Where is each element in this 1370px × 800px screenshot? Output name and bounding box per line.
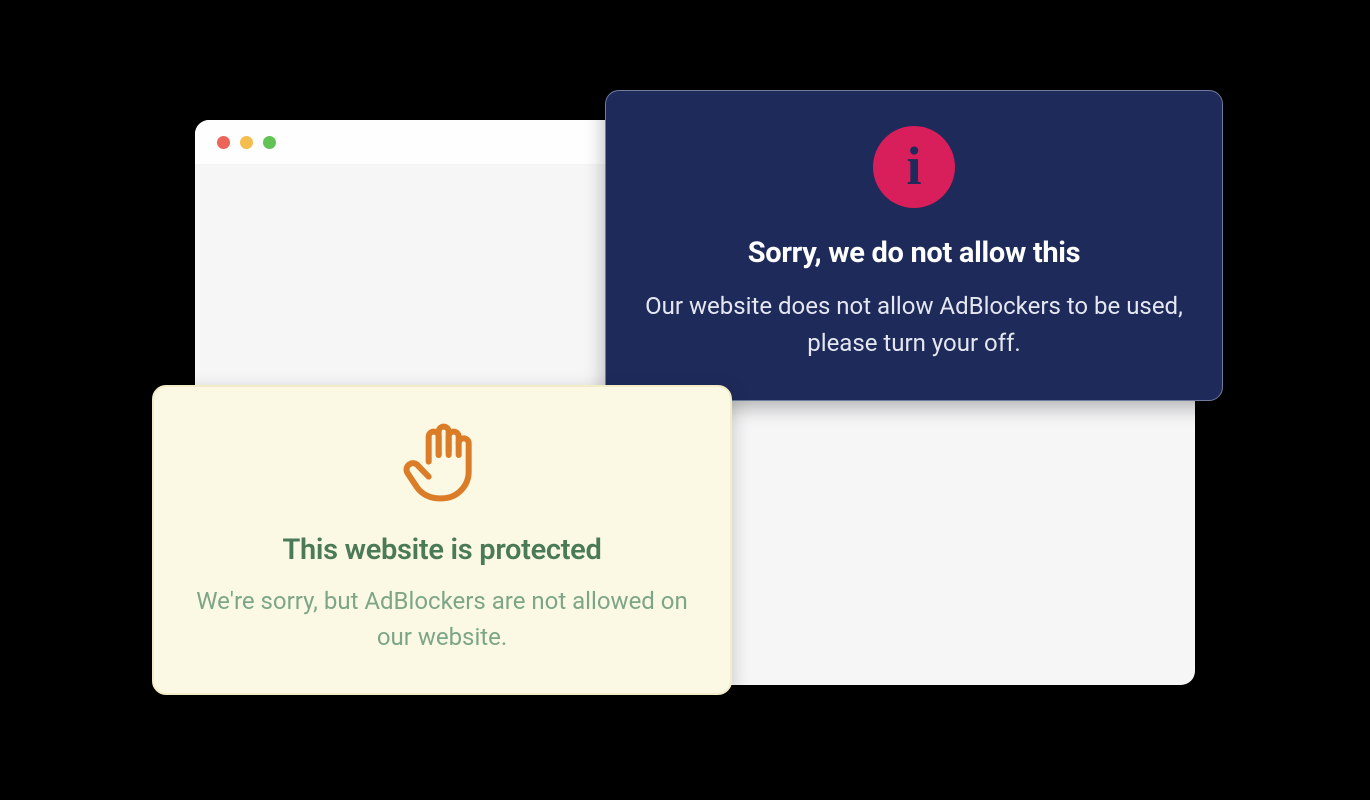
minimize-traffic-light[interactable] [240, 136, 253, 149]
info-badge: i [873, 126, 955, 208]
hand-stop-icon [402, 417, 482, 513]
dark-modal-title: Sorry, we do not allow this [636, 236, 1192, 270]
adblock-modal-dark: i Sorry, we do not allow this Our websit… [605, 90, 1223, 401]
dark-modal-body: Our website does not allow AdBlockers to… [636, 288, 1192, 362]
close-traffic-light[interactable] [217, 136, 230, 149]
maximize-traffic-light[interactable] [263, 136, 276, 149]
info-icon: i [906, 139, 921, 193]
light-modal-title: This website is protected [184, 533, 700, 567]
light-modal-body: We're sorry, but AdBlockers are not allo… [184, 583, 700, 655]
adblock-modal-light: This website is protected We're sorry, b… [152, 385, 732, 695]
